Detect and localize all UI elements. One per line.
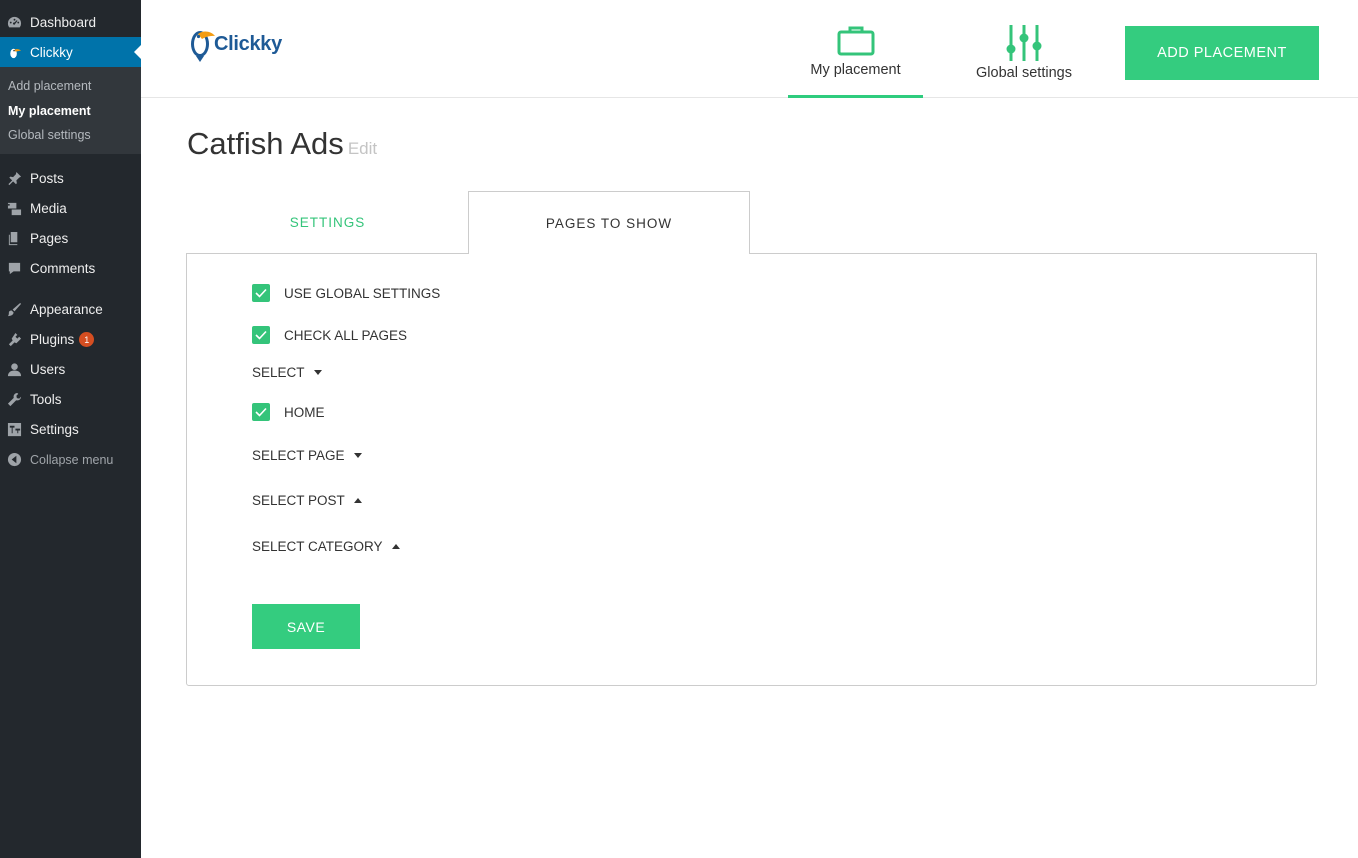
check-all-pages-row: CHECK ALL PAGES xyxy=(252,326,407,344)
toucan-icon xyxy=(6,44,22,60)
home-label: HOME xyxy=(284,404,325,420)
select-post-dropdown[interactable]: SELECT POST xyxy=(252,493,362,508)
sidebar-item-tools[interactable]: Tools xyxy=(0,385,141,415)
sidebar-item-clickky[interactable]: Clickky xyxy=(0,37,141,67)
caret-up-icon xyxy=(353,498,362,503)
sidebar-item-label: Users xyxy=(30,362,66,377)
collapse-arrow-icon xyxy=(6,452,22,468)
sidebar-item-label: Settings xyxy=(30,422,79,437)
checkmark-icon xyxy=(255,288,267,298)
caret-down-icon xyxy=(313,370,322,375)
sidebar-item-plugins[interactable]: Plugins 1 xyxy=(0,325,141,355)
sidebar-item-comments[interactable]: Comments xyxy=(0,254,141,284)
comment-icon xyxy=(6,261,22,277)
sidebar-item-label: Plugins xyxy=(30,332,75,347)
sidebar-item-pages[interactable]: Pages xyxy=(0,224,141,254)
nav-label: Global settings xyxy=(976,65,1072,81)
nav-label: My placement xyxy=(810,62,901,78)
settings-icon xyxy=(6,422,22,438)
sliders-icon xyxy=(1006,25,1042,61)
nav-my-placement[interactable]: My placement xyxy=(788,0,923,98)
app-root: Dashboard Clickky Add placement My place… xyxy=(0,0,1358,858)
sidebar-item-appearance[interactable]: Appearance xyxy=(0,295,141,325)
select-post-label: SELECT POST xyxy=(252,493,345,508)
collapse-menu-label: Collapse menu xyxy=(30,452,114,467)
sidebar-item-label: Dashboard xyxy=(30,14,97,30)
use-global-settings-row: USE GLOBAL SETTINGS xyxy=(252,284,440,302)
use-global-settings-label: USE GLOBAL SETTINGS xyxy=(284,285,441,301)
sidebar-item-users[interactable]: Users xyxy=(0,355,141,385)
admin-sidebar: Dashboard Clickky Add placement My place… xyxy=(0,0,141,858)
page-heading: Catfish Ads Edit xyxy=(187,126,377,162)
caret-up-icon xyxy=(391,544,400,549)
media-icon xyxy=(6,201,22,217)
caret-down-icon xyxy=(353,453,362,458)
sidebar-item-settings[interactable]: Settings xyxy=(0,415,141,445)
toucan-logo-icon xyxy=(191,31,215,62)
brush-icon xyxy=(6,302,22,318)
select-label: SELECT xyxy=(252,365,305,380)
home-row: HOME xyxy=(252,403,325,421)
submenu-global-settings[interactable]: Global settings xyxy=(0,123,141,148)
use-global-settings-checkbox[interactable] xyxy=(252,284,270,302)
submenu-add-placement[interactable]: Add placement xyxy=(0,74,141,99)
collapse-menu-button[interactable]: Collapse menu xyxy=(0,445,141,475)
sidebar-item-label: Posts xyxy=(30,171,64,186)
page-title: Catfish Ads xyxy=(187,126,344,161)
add-placement-button[interactable]: ADD PLACEMENT xyxy=(1125,26,1319,80)
pages-icon xyxy=(6,231,22,247)
sidebar-item-posts[interactable]: Posts xyxy=(0,164,141,194)
sidebar-item-label: Appearance xyxy=(30,302,103,317)
wrench-icon xyxy=(6,392,22,408)
plugins-update-badge: 1 xyxy=(79,332,95,347)
sidebar-item-label: Clickky xyxy=(30,44,73,60)
sidebar-item-label: Comments xyxy=(30,261,96,276)
dashboard-icon xyxy=(6,14,22,30)
tab-settings[interactable]: SETTINGS xyxy=(187,191,468,254)
select-page-label: SELECT PAGE xyxy=(252,448,345,463)
plugin-icon xyxy=(6,332,22,348)
plugin-header: Clickky My placement Global settings ADD… xyxy=(141,0,1358,98)
select-category-dropdown[interactable]: SELECT CATEGORY xyxy=(252,539,400,554)
home-checkbox[interactable] xyxy=(252,403,270,421)
save-button[interactable]: SAVE xyxy=(252,604,360,649)
logo-text: Clickky xyxy=(214,32,282,55)
sidebar-item-label: Media xyxy=(30,201,67,216)
sidebar-item-media[interactable]: Media xyxy=(0,194,141,224)
select-page-dropdown[interactable]: SELECT PAGE xyxy=(252,448,362,463)
sidebar-item-dashboard[interactable]: Dashboard xyxy=(0,7,141,37)
checkmark-icon xyxy=(255,330,267,340)
user-icon xyxy=(6,362,22,378)
pin-icon xyxy=(6,171,22,187)
briefcase-icon xyxy=(837,26,874,56)
tab-pages-to-show[interactable]: PAGES TO SHOW xyxy=(468,191,750,254)
sidebar-item-label: Pages xyxy=(30,231,69,246)
checkmark-icon xyxy=(255,407,267,417)
edit-title-link[interactable]: Edit xyxy=(348,139,377,159)
check-all-pages-checkbox[interactable] xyxy=(252,326,270,344)
select-category-label: SELECT CATEGORY xyxy=(252,539,383,554)
clickky-submenu: Add placement My placement Global settin… xyxy=(0,67,141,154)
clickky-logo[interactable]: Clickky xyxy=(188,24,282,64)
pages-to-show-panel: USE GLOBAL SETTINGS CHECK ALL PAGES SELE… xyxy=(186,253,1317,686)
select-dropdown[interactable]: SELECT xyxy=(252,365,322,380)
sidebar-item-label: Tools xyxy=(30,392,62,407)
submenu-my-placement[interactable]: My placement xyxy=(0,99,141,124)
check-all-pages-label: CHECK ALL PAGES xyxy=(284,327,408,343)
nav-global-settings[interactable]: Global settings xyxy=(971,0,1077,98)
